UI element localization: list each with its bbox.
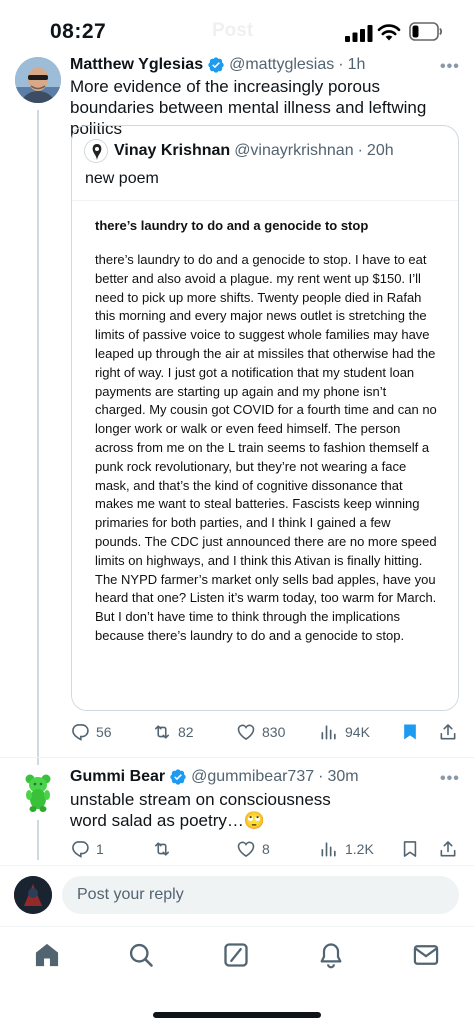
views-chart-icon	[321, 725, 336, 740]
repost-count: 82	[178, 724, 194, 740]
repost-icon	[154, 842, 170, 856]
quoted-author-name: Vinay Krishnan	[114, 142, 231, 159]
messages-icon	[413, 945, 439, 965]
heart-icon	[237, 841, 255, 858]
notifications-icon	[320, 943, 342, 969]
tab-notifications[interactable]	[317, 941, 347, 971]
reply-button[interactable]: 1	[70, 835, 104, 863]
reply-input[interactable]	[62, 876, 459, 914]
like-count: 8	[262, 841, 270, 857]
bookmark-button[interactable]	[400, 835, 426, 863]
separator-dot: ·	[338, 56, 344, 73]
views-count: 94K	[345, 724, 370, 740]
battery-icon	[409, 22, 443, 41]
author-handle[interactable]: @mattyglesias	[229, 56, 334, 74]
like-button[interactable]: 8	[236, 835, 270, 863]
views-button[interactable]: 1.2K	[319, 835, 374, 863]
views-chart-icon	[321, 842, 336, 857]
reply-count: 56	[96, 724, 112, 740]
reply-age[interactable]: 30m	[327, 768, 358, 786]
views-count: 1.2K	[345, 841, 374, 857]
reply-composer	[0, 866, 474, 926]
like-button[interactable]: 830	[236, 718, 285, 746]
reply-author-handle[interactable]: @gummibear737	[191, 768, 314, 786]
separator-dot: ·	[357, 142, 363, 159]
wifi-icon	[377, 24, 401, 41]
reply-author-row: Gummi Bear @gummibear737 · 30m	[70, 766, 359, 788]
home-indicator	[153, 1012, 321, 1018]
quoted-tweet-card[interactable]: Vinay Krishnan @vinayrkrishnan · 20h new…	[71, 125, 459, 711]
grok-icon	[224, 943, 248, 967]
reply-text: unstable stream on consciousness word sa…	[70, 790, 331, 830]
poem-title: there’s laundry to do and a genocide to …	[95, 218, 369, 233]
repost-icon	[154, 725, 170, 739]
quoted-author-row: Vinay Krishnan @vinayrkrishnan · 20h	[114, 140, 394, 162]
share-icon	[440, 841, 456, 857]
verified-badge-icon	[208, 57, 224, 73]
current-user-avatar	[14, 876, 52, 914]
bookmark-icon	[403, 841, 417, 857]
quoted-tweet-age: 20h	[366, 142, 394, 159]
tweet-author-row: Matthew Yglesias @mattyglesias · 1h	[70, 54, 365, 76]
quoted-author-handle: @vinayrkrishnan	[234, 142, 354, 159]
poem-body: there’s laundry to do and a genocide to …	[95, 252, 437, 643]
tab-home[interactable]	[33, 941, 63, 971]
status-time: 08:27	[50, 20, 107, 43]
verified-badge-icon	[170, 769, 186, 785]
repost-button[interactable]	[152, 835, 178, 863]
views-button[interactable]: 94K	[319, 718, 370, 746]
reply-count: 1	[96, 841, 104, 857]
reply-author-name[interactable]: Gummi Bear	[70, 768, 165, 786]
more-options-icon[interactable]: •••	[440, 770, 460, 788]
heart-icon	[237, 724, 255, 741]
share-button[interactable]	[438, 718, 464, 746]
like-count: 830	[262, 724, 286, 740]
tweet-action-bar: 56 82 830 94K	[70, 718, 460, 746]
search-icon	[129, 943, 153, 967]
tab-messages[interactable]	[412, 941, 442, 971]
share-button[interactable]	[438, 835, 464, 863]
avatar[interactable]	[15, 57, 61, 103]
quoted-tweet-text: new poem	[85, 170, 159, 187]
avatar[interactable]	[15, 768, 61, 814]
status-bar: 08:27 Post	[0, 0, 474, 62]
more-options-icon[interactable]: •••	[440, 58, 460, 76]
tweet-age[interactable]: 1h	[348, 56, 366, 74]
bottom-tab-bar	[0, 926, 474, 1025]
reply-action-bar: 1 8 1.2K	[70, 835, 460, 863]
cellular-signal-icon	[345, 25, 373, 42]
share-icon	[440, 724, 456, 740]
quoted-author-avatar	[84, 139, 108, 163]
quoted-tweet-image[interactable]: there’s laundry to do and a genocide to …	[72, 200, 458, 710]
reply-icon	[72, 841, 89, 858]
bookmark-filled-icon	[404, 724, 416, 740]
reply-icon	[72, 724, 89, 741]
thread-connector-line	[37, 110, 39, 765]
tab-search[interactable]	[127, 941, 157, 971]
faded-header-title: Post	[212, 20, 254, 41]
divider	[0, 757, 474, 758]
author-name[interactable]: Matthew Yglesias	[70, 56, 203, 74]
reply-button[interactable]: 56	[70, 718, 112, 746]
separator-dot: ·	[318, 768, 324, 785]
repost-button[interactable]: 82	[152, 718, 194, 746]
tab-grok[interactable]	[222, 941, 252, 971]
home-icon	[35, 943, 59, 967]
bookmark-button[interactable]	[400, 718, 426, 746]
thread-connector-line	[37, 820, 39, 860]
